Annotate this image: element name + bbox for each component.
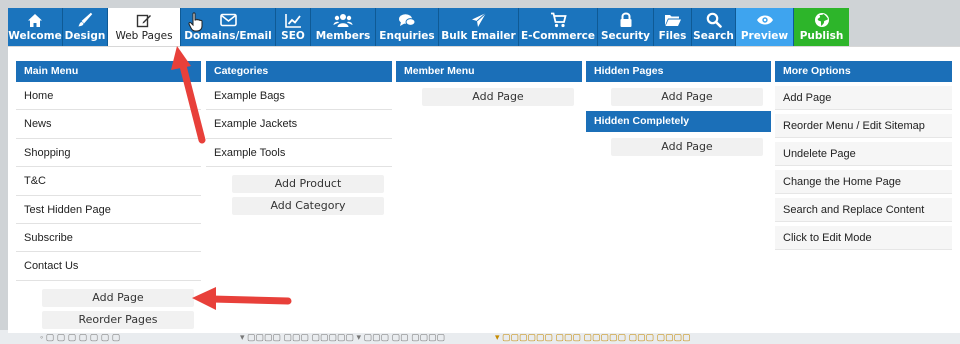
home-icon — [27, 12, 43, 28]
tab-design[interactable]: Design — [63, 8, 108, 46]
tab-label: Security — [600, 30, 651, 42]
member-menu-add-page-button[interactable]: Add Page — [422, 88, 574, 106]
tab-welcome[interactable]: Welcome — [8, 8, 63, 46]
users-icon — [333, 12, 353, 28]
tab-bulk-emailer[interactable]: Bulk Emailer — [439, 8, 519, 46]
web-pages-dropdown-panel: Main Menu Home News Shopping T&C Test Hi… — [8, 46, 960, 333]
hidden-pages-header: Hidden Pages — [586, 61, 771, 82]
tab-preview[interactable]: Preview — [736, 8, 794, 46]
underlay-text: ◦ ▢ ▢ ▢ ▢ ▢ ▢ ▢ — [40, 332, 121, 342]
category-item-bags[interactable]: Example Bags — [206, 82, 392, 111]
categories-column: Categories Example Bags Example Jackets … — [206, 61, 392, 168]
tab-label: Bulk Emailer — [441, 30, 516, 42]
add-product-button[interactable]: Add Product — [232, 175, 384, 193]
cart-icon — [550, 12, 567, 28]
tab-label: Publish — [799, 30, 844, 42]
main-toolbar: Welcome Design Web Pages Domains/Email S… — [8, 8, 849, 46]
tab-label: Search — [693, 30, 734, 42]
underlay-text: ▾ ▢▢▢▢▢▢ ▢▢▢ ▢▢▢▢▢ ▢▢▢ ▢▢▢▢ — [495, 332, 691, 342]
tab-label: Members — [315, 30, 371, 42]
hidden-completely-section: Hidden Completely — [586, 111, 771, 132]
option-undelete-page[interactable]: Undelete Page — [775, 142, 952, 166]
menu-item-contact-us[interactable]: Contact Us — [16, 252, 201, 281]
menu-item-test-hidden-page[interactable]: Test Hidden Page — [16, 196, 201, 224]
menu-item-shopping[interactable]: Shopping — [16, 139, 201, 168]
menu-item-subscribe[interactable]: Subscribe — [16, 224, 201, 253]
tab-seo[interactable]: SEO — [276, 8, 311, 46]
main-menu-add-page-button[interactable]: Add Page — [42, 289, 194, 307]
lock-icon — [619, 12, 633, 28]
option-change-home-page[interactable]: Change the Home Page — [775, 170, 952, 194]
menu-item-tc[interactable]: T&C — [16, 167, 201, 196]
eye-icon — [756, 12, 774, 28]
tab-label: Enquiries — [379, 30, 435, 42]
tab-files[interactable]: Files — [654, 8, 692, 46]
option-reorder-menu[interactable]: Reorder Menu / Edit Sitemap — [775, 114, 952, 138]
menu-item-home[interactable]: Home — [16, 82, 201, 111]
categories-header: Categories — [206, 61, 392, 82]
tab-label: Web Pages — [115, 30, 173, 42]
more-options-header: More Options — [775, 61, 952, 82]
hidden-completely-header: Hidden Completely — [586, 111, 771, 132]
tab-label: E-Commerce — [521, 30, 595, 42]
tab-label: Domains/Email — [184, 30, 272, 42]
tab-label: Welcome — [8, 30, 62, 42]
tab-e-commerce[interactable]: E-Commerce — [519, 8, 598, 46]
tab-label: SEO — [281, 30, 305, 42]
tab-security[interactable]: Security — [598, 8, 654, 46]
send-icon — [471, 12, 487, 28]
reorder-pages-button[interactable]: Reorder Pages — [42, 311, 194, 329]
main-menu-column: Main Menu Home News Shopping T&C Test Hi… — [16, 61, 201, 281]
main-menu-header: Main Menu — [16, 61, 201, 82]
chat-icon — [398, 12, 416, 28]
tab-members[interactable]: Members — [311, 8, 376, 46]
more-options-column: More Options Add Page Reorder Menu / Edi… — [775, 61, 952, 254]
underlay-text: ▾ ▢▢▢▢ ▢▢▢ ▢▢▢▢▢ ▾ ▢▢▢ ▢▢ ▢▢▢▢ — [240, 332, 446, 342]
folder-icon — [664, 12, 682, 28]
menu-item-news[interactable]: News — [16, 110, 201, 139]
tab-enquiries[interactable]: Enquiries — [376, 8, 439, 46]
member-menu-header: Member Menu — [396, 61, 582, 82]
option-add-page[interactable]: Add Page — [775, 86, 952, 110]
tab-domains-email[interactable]: Domains/Email — [181, 8, 276, 46]
option-search-replace[interactable]: Search and Replace Content — [775, 198, 952, 222]
envelope-icon — [219, 12, 237, 28]
member-menu-column: Member Menu — [396, 61, 582, 82]
brush-icon — [77, 12, 93, 28]
tab-label: Design — [64, 30, 106, 42]
hidden-completely-add-page-button[interactable]: Add Page — [611, 138, 763, 156]
tab-label: Files — [658, 30, 687, 42]
tab-search[interactable]: Search — [692, 8, 736, 46]
category-item-jackets[interactable]: Example Jackets — [206, 110, 392, 139]
tab-publish[interactable]: Publish — [794, 8, 849, 46]
search-icon — [706, 12, 722, 28]
globe-icon — [814, 12, 830, 28]
option-click-to-edit[interactable]: Click to Edit Mode — [775, 226, 952, 250]
tab-web-pages[interactable]: Web Pages — [108, 8, 181, 46]
edit-icon — [136, 12, 152, 28]
add-category-button[interactable]: Add Category — [232, 197, 384, 215]
hidden-pages-add-page-button[interactable]: Add Page — [611, 88, 763, 106]
category-item-tools[interactable]: Example Tools — [206, 139, 392, 168]
hidden-pages-column: Hidden Pages — [586, 61, 771, 82]
tab-label: Preview — [740, 30, 789, 42]
chart-icon — [284, 12, 302, 28]
